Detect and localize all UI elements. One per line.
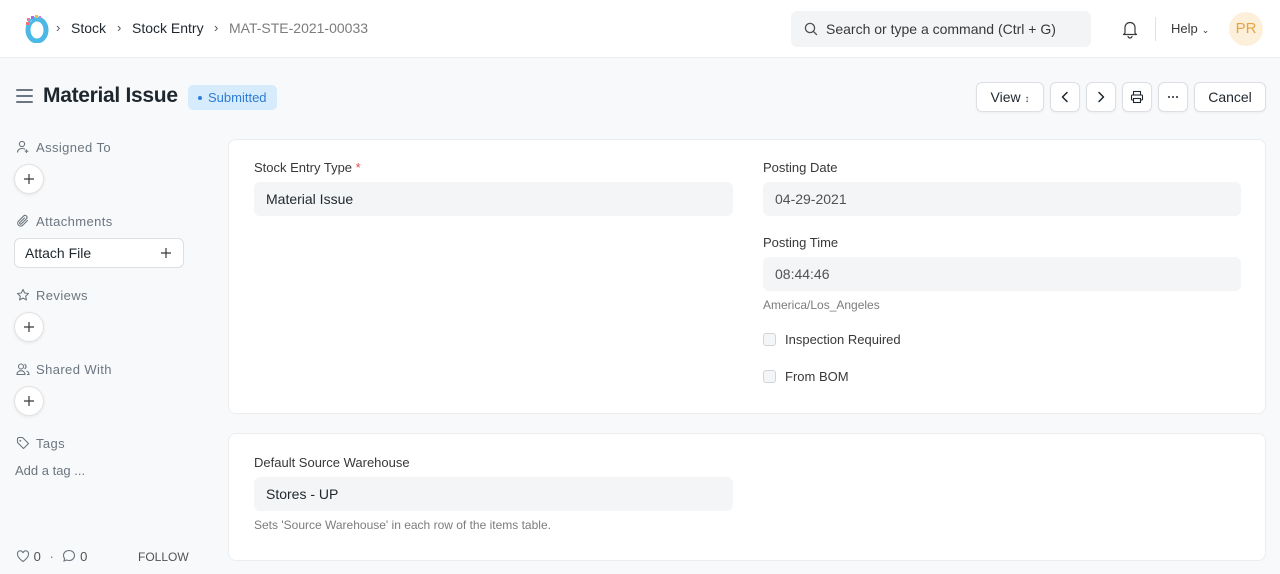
status-badge: Submitted <box>188 85 277 110</box>
reviews-section: Reviews <box>16 288 88 303</box>
tag-icon <box>16 436 30 450</box>
tags-section: Tags <box>16 436 65 451</box>
cancel-button[interactable]: Cancel <box>1194 82 1266 112</box>
breadcrumb-chevron-icon: › <box>56 20 61 35</box>
view-button[interactable]: View ↕ <box>976 82 1044 112</box>
breadcrumb-stock-entry[interactable]: Stock Entry <box>132 20 204 36</box>
sidebar-toggle-hamburger-icon[interactable] <box>16 89 34 103</box>
chevron-left-icon <box>1061 91 1068 103</box>
stock-entry-type-label: Stock Entry Type * <box>254 160 361 175</box>
add-review-button[interactable] <box>14 312 44 342</box>
breadcrumb-chevron-icon: › <box>117 20 122 35</box>
heart-icon[interactable] <box>16 550 30 563</box>
chevron-down-icon: ⌄ <box>1201 25 1210 35</box>
plus-icon <box>24 174 34 184</box>
reviews-label: Reviews <box>36 288 88 303</box>
inspection-required-label: Inspection Required <box>785 332 901 347</box>
posting-date-field[interactable]: 04-29-2021 <box>763 182 1241 216</box>
from-bom-label: From BOM <box>785 369 849 384</box>
more-actions-button[interactable] <box>1158 82 1188 112</box>
search-icon <box>804 22 818 36</box>
inspection-required-checkbox[interactable] <box>763 333 776 346</box>
assigned-to-label: Assigned To <box>36 140 111 155</box>
separator-dot: · <box>49 549 54 564</box>
breadcrumb-chevron-icon: › <box>214 20 219 35</box>
search-bar[interactable] <box>791 11 1091 47</box>
attachments-section: Attachments <box>16 214 113 229</box>
stock-entry-type-field[interactable]: Material Issue <box>254 182 733 216</box>
sort-updown-icon: ↕ <box>1024 94 1030 105</box>
attachments-label: Attachments <box>36 214 113 229</box>
printer-icon <box>1130 90 1144 104</box>
assigned-to-section: Assigned To <box>16 140 111 155</box>
details-section: Stock Entry Type * Material Issue Postin… <box>228 139 1266 414</box>
more-ellipsis-icon <box>1168 96 1178 98</box>
help-label: Help <box>1171 21 1198 36</box>
likes-comments: 0 · 0 <box>16 549 87 564</box>
source-warehouse-help: Sets 'Source Warehouse' in each row of t… <box>254 518 551 532</box>
page-title: Material Issue <box>43 84 178 107</box>
user-avatar[interactable]: PR <box>1229 12 1263 46</box>
likes-count: 0 <box>33 549 41 564</box>
previous-doc-button[interactable] <box>1050 82 1080 112</box>
add-assignee-button[interactable] <box>14 164 44 194</box>
timezone-help: America/Los_Angeles <box>763 298 880 312</box>
comments-count: 0 <box>80 549 88 564</box>
chevron-right-icon <box>1098 91 1105 103</box>
comment-icon[interactable] <box>62 549 76 563</box>
shared-with-label: Shared With <box>36 362 112 377</box>
navbar: › Stock › Stock Entry › MAT-STE-2021-000… <box>0 0 1280 58</box>
from-bom-checkbox[interactable] <box>763 370 776 383</box>
add-tag-link[interactable]: Add a tag ... <box>15 463 85 478</box>
follow-button[interactable]: FOLLOW <box>138 550 189 564</box>
search-input[interactable] <box>826 11 1081 47</box>
shared-with-section: Shared With <box>16 362 112 377</box>
print-button[interactable] <box>1122 82 1152 112</box>
posting-date-label: Posting Date <box>763 160 838 175</box>
nav-divider <box>1155 17 1156 41</box>
default-source-warehouse-label: Default Source Warehouse <box>254 455 410 470</box>
add-share-button[interactable] <box>14 386 44 416</box>
required-asterisk: * <box>355 160 361 175</box>
breadcrumb-current-doc[interactable]: MAT-STE-2021-00033 <box>229 20 368 36</box>
default-source-warehouse-field[interactable]: Stores - UP <box>254 477 733 511</box>
plus-icon <box>24 322 34 332</box>
attach-file-label: Attach File <box>25 245 92 261</box>
posting-time-field[interactable]: 08:44:46 <box>763 257 1241 291</box>
users-icon <box>16 363 30 376</box>
attach-file-button[interactable]: Attach File <box>14 238 184 268</box>
paperclip-icon <box>17 214 29 227</box>
app-logo[interactable] <box>22 13 50 43</box>
posting-time-label: Posting Time <box>763 235 839 250</box>
help-dropdown[interactable]: Help ⌄ <box>1171 21 1209 36</box>
breadcrumb-stock[interactable]: Stock <box>71 20 106 36</box>
warehouse-section: Default Source Warehouse Stores - UP Set… <box>228 433 1266 561</box>
next-doc-button[interactable] <box>1086 82 1116 112</box>
notification-bell-icon[interactable] <box>1121 19 1139 39</box>
tags-label: Tags <box>36 436 66 451</box>
plus-icon <box>24 396 34 406</box>
user-add-icon <box>16 140 29 153</box>
star-icon <box>16 288 30 301</box>
plus-icon <box>161 248 171 258</box>
view-label: View <box>990 89 1021 105</box>
